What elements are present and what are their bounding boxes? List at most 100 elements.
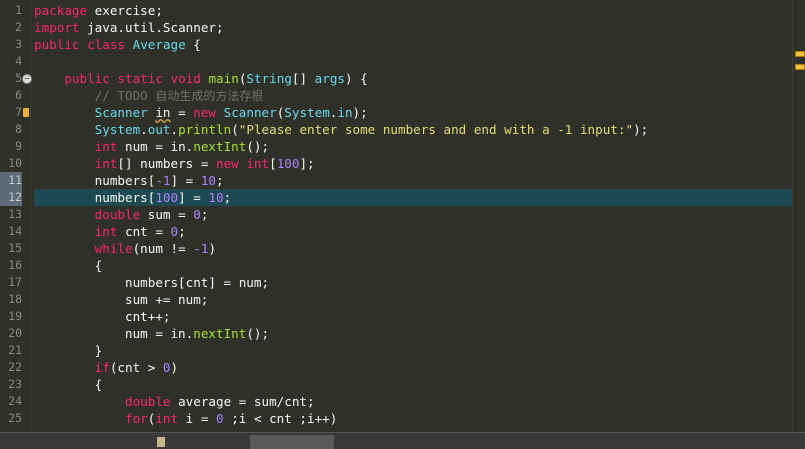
code-token: out: [147, 122, 171, 137]
line-number: 9: [15, 139, 22, 153]
line-number: 4: [15, 54, 22, 68]
current-code-line[interactable]: numbers[100] = 10;: [34, 189, 793, 206]
code-line[interactable]: Scanner in = new Scanner(System.in);: [34, 104, 793, 121]
code-token: "Please enter some numbers and end with …: [238, 122, 634, 137]
code-line[interactable]: {: [34, 376, 793, 393]
code-line[interactable]: {: [34, 257, 793, 274]
code-line[interactable]: numbers[cnt] = num;: [34, 274, 793, 291]
code-token: ;: [223, 190, 232, 205]
code-line[interactable]: public static void main(String[] args) {: [34, 70, 793, 87]
code-line[interactable]: public class Average {: [34, 36, 793, 53]
code-line[interactable]: while(num != -1): [34, 240, 793, 257]
line-number-gutter: 1 2 3 4 5−6 7 8 9 10 11 12 13 14 15 16 17 18 19 20 21 22 23 24…: [0, 0, 32, 432]
line-number: 10: [8, 156, 22, 170]
fold-collapse-icon[interactable]: −: [22, 74, 32, 84]
line-number: 25: [8, 411, 22, 425]
warning-marker-icon[interactable]: [795, 64, 805, 70]
code-line[interactable]: numbers[-1] = 10;: [34, 172, 793, 189]
warning-icon[interactable]: [23, 108, 29, 117]
code-token: new: [216, 156, 239, 171]
code-token: ;i < cnt ;i++): [223, 411, 338, 426]
line-number: 18: [8, 292, 22, 306]
code-line[interactable]: }: [34, 342, 793, 359]
code-token: {: [34, 377, 103, 392]
code-line[interactable]: sum += num;: [34, 291, 793, 308]
code-token: .: [170, 122, 179, 137]
line-number: 16: [8, 258, 22, 272]
code-token: num = in.: [117, 139, 194, 154]
overview-ruler[interactable]: [792, 0, 805, 432]
code-token: (: [231, 122, 239, 137]
code-line[interactable]: num = in.nextInt();: [34, 325, 793, 342]
line-number: 11: [0, 172, 22, 189]
code-line[interactable]: double average = sum/cnt;: [34, 393, 793, 410]
code-line[interactable]: // TODO 自动生成的方法存根: [34, 87, 793, 104]
code-token: numbers[cnt] = num;: [34, 275, 270, 290]
code-token: }: [34, 343, 103, 358]
code-token: int: [155, 411, 179, 426]
line-number: 19: [8, 309, 22, 323]
code-line[interactable]: for(int i = 0 ;i < cnt ;i++): [34, 410, 793, 427]
code-line[interactable]: int[] numbers = new int[100];: [34, 155, 793, 172]
code-token: ) {: [345, 71, 368, 86]
code-token: (cnt >: [109, 360, 163, 375]
line-number: 2: [15, 20, 22, 34]
line-number: 20: [8, 326, 22, 340]
taskbar-active-item[interactable]: [250, 435, 334, 449]
code-line[interactable]: [34, 53, 793, 70]
code-line[interactable]: cnt++;: [34, 308, 793, 325]
code-line[interactable]: int cnt = 0;: [34, 223, 793, 240]
code-token: ];: [299, 156, 315, 171]
code-line[interactable]: if(cnt > 0): [34, 359, 793, 376]
warning-marker-icon[interactable]: [795, 51, 805, 57]
code-token: =: [170, 105, 194, 120]
code-token: in: [337, 105, 353, 120]
code-token: Average: [132, 37, 186, 52]
code-token: ;: [216, 173, 224, 188]
line-number: 17: [8, 275, 22, 289]
code-token: exercise;: [87, 3, 163, 18]
code-token: Scanner: [223, 105, 277, 120]
code-token: 10: [208, 190, 224, 205]
code-token: if: [94, 360, 110, 375]
code-token: while: [94, 241, 133, 256]
line-number: 7: [15, 105, 22, 119]
code-token: in: [155, 105, 171, 120]
line-number: 5: [15, 71, 22, 85]
line-number: 14: [8, 224, 22, 238]
code-token: int: [246, 156, 270, 171]
code-token: [: [269, 156, 277, 171]
code-token: class: [87, 37, 126, 52]
code-token: System: [94, 122, 141, 137]
code-line[interactable]: package exercise;: [34, 2, 793, 19]
code-token: int: [94, 139, 118, 154]
code-token: public: [64, 71, 110, 86]
code-token: int: [94, 156, 118, 171]
code-line[interactable]: int num = in.nextInt();: [34, 138, 793, 155]
line-number: 1: [15, 3, 22, 17]
code-token: 100: [276, 156, 300, 171]
code-line[interactable]: double sum = 0;: [34, 206, 793, 223]
line-number: 21: [8, 343, 22, 357]
code-token: {: [185, 37, 201, 52]
code-token: new: [193, 105, 217, 120]
line-number: 24: [8, 394, 22, 408]
code-token: -1: [155, 173, 171, 188]
code-token: .: [140, 122, 148, 137]
code-area[interactable]: package exercise; import java.util.Scanne…: [34, 0, 793, 432]
code-line[interactable]: System.out.println("Please enter some nu…: [34, 121, 793, 138]
code-token: ): [208, 241, 217, 256]
code-token: 0: [162, 360, 171, 375]
code-editor[interactable]: 1 2 3 4 5−6 7 8 9 10 11 12 13 14 15 16 17 18 19 20 21 22 23 24…: [0, 0, 805, 432]
code-token: ): [170, 360, 179, 375]
folder-icon[interactable]: [157, 437, 165, 447]
line-number: 12: [0, 189, 22, 206]
code-token: String: [246, 71, 292, 86]
code-line[interactable]: import java.util.Scanner;: [34, 19, 793, 36]
